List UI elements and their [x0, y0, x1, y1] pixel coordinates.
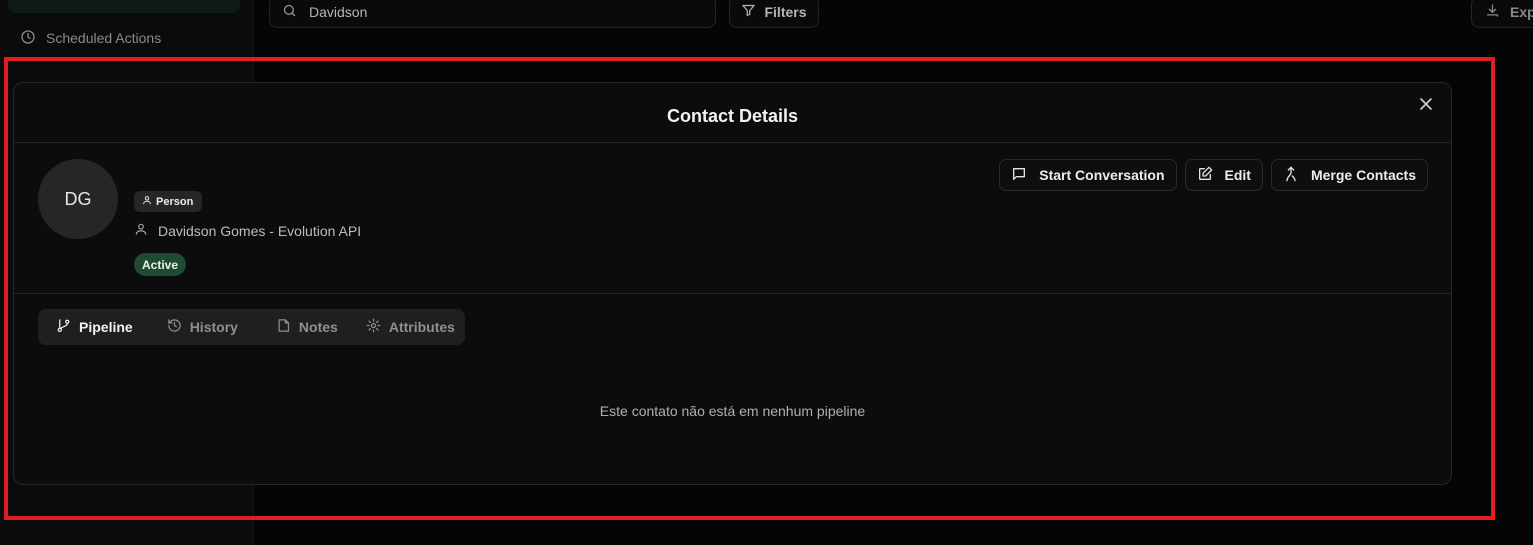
contact-details-modal: Contact Details DG Person Davidson Gomes…: [13, 82, 1452, 485]
merge-contacts-label: Merge Contacts: [1310, 167, 1416, 183]
tab-label: Attributes: [388, 319, 455, 335]
sidebar-active-item[interactable]: [8, 0, 240, 13]
avatar: DG: [38, 159, 118, 239]
tab-label: Pipeline: [79, 319, 133, 335]
user-icon: [134, 222, 148, 239]
tab-notes[interactable]: Notes: [262, 313, 352, 341]
user-icon: [142, 195, 152, 208]
sidebar-item-scheduled-actions[interactable]: Scheduled Actions: [8, 24, 240, 52]
modal-header: Contact Details: [14, 83, 1451, 143]
search-input[interactable]: [307, 3, 691, 21]
empty-state-message: Este contato não está em nenhum pipeline: [599, 403, 866, 419]
merge-icon: [1283, 166, 1299, 185]
tab-attributes[interactable]: Attributes: [352, 313, 469, 341]
tab-label: History: [189, 319, 238, 335]
filter-icon: [741, 3, 756, 21]
contact-tabs: Pipeline History Notes Attributes: [38, 309, 465, 345]
contact-type-badge: Person: [134, 191, 203, 212]
edit-button[interactable]: Edit: [1184, 159, 1263, 191]
contact-name-row: Davidson Gomes - Evolution API: [134, 222, 361, 239]
start-conversation-button[interactable]: Start Conversation: [999, 159, 1177, 191]
status-badge: Active: [134, 253, 187, 276]
close-button[interactable]: [1417, 97, 1435, 115]
export-button[interactable]: Export: [1471, 0, 1533, 28]
history-icon: [167, 318, 182, 336]
contact-actions: Start Conversation Edit Merge Contacts: [999, 159, 1428, 191]
filters-button[interactable]: Filters: [729, 0, 819, 28]
search-icon: [282, 3, 297, 21]
modal-title: Contact Details: [666, 106, 799, 126]
contact-name: Davidson Gomes - Evolution API: [158, 222, 362, 239]
contact-profile: DG Person Davidson Gomes - Evolution API…: [14, 143, 1451, 294]
tab-history[interactable]: History: [153, 313, 252, 341]
gear-icon: [366, 318, 381, 336]
git-branch-icon: [56, 318, 71, 336]
note-icon: [276, 318, 291, 336]
edit-icon: [1197, 166, 1213, 185]
clock-icon: [20, 29, 36, 48]
tab-pipeline[interactable]: Pipeline: [42, 313, 147, 341]
message-square-icon: [1011, 166, 1027, 185]
sidebar-item-label: Scheduled Actions: [46, 30, 162, 46]
search-box[interactable]: [269, 0, 716, 28]
export-label: Export: [1510, 4, 1533, 20]
start-conversation-label: Start Conversation: [1039, 167, 1165, 183]
merge-contacts-button[interactable]: Merge Contacts: [1270, 159, 1428, 191]
filters-label: Filters: [764, 4, 807, 20]
close-icon: [1420, 97, 1432, 115]
edit-label: Edit: [1224, 167, 1251, 183]
contact-type-label: Person: [156, 195, 194, 208]
download-icon: [1485, 3, 1500, 21]
tab-label: Notes: [298, 319, 338, 335]
